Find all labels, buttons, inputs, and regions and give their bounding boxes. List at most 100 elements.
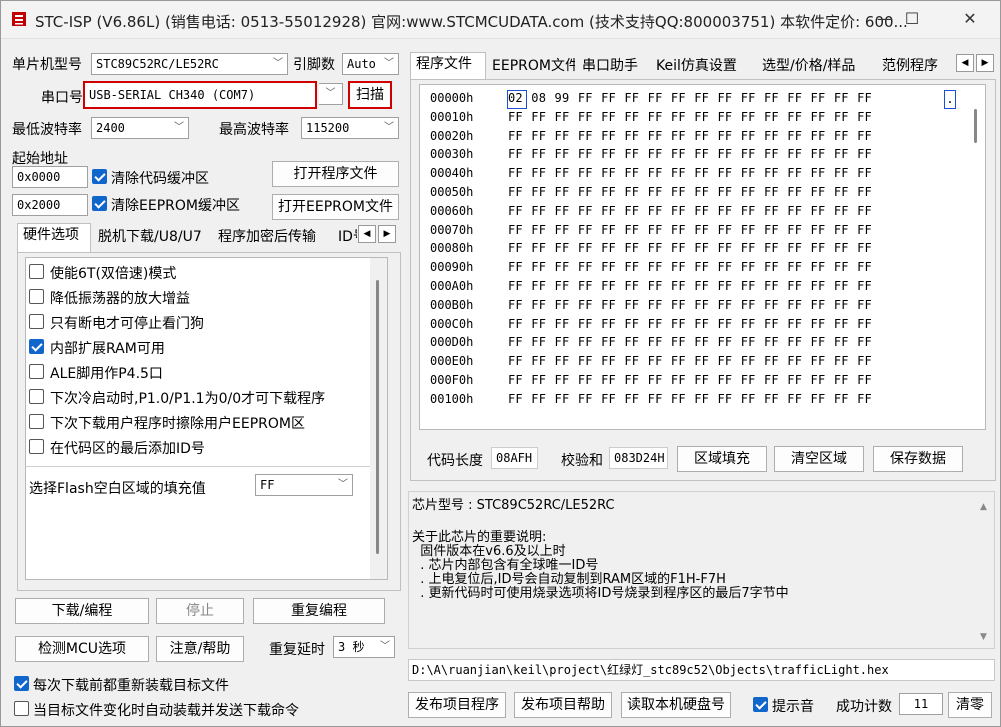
eeprom-start-address-input[interactable]: 0x2000	[12, 194, 88, 216]
tab-program-file[interactable]: 程序文件	[410, 52, 486, 80]
option-checkbox[interactable]	[29, 389, 44, 404]
stop-button: 停止	[156, 598, 244, 624]
checksum-label: 校验和	[561, 453, 603, 469]
success-count-label: 成功计数	[836, 699, 892, 715]
mcu-type-select[interactable]: STC89C52RC/LE52RC ﹀	[91, 53, 288, 75]
hex-bytes: FF FF FF FF FF FF FF FF FF FF FF FF FF F…	[508, 128, 872, 143]
hex-bytes: 02 08 99 FF FF FF FF FF FF FF FF FF FF F…	[508, 91, 872, 105]
checksum-value: 083D24H	[609, 447, 668, 469]
option-label: 只有断电才可停止看门狗	[50, 316, 204, 332]
hex-bytes: FF FF FF FF FF FF FF FF FF FF FF FF FF F…	[508, 109, 872, 124]
close-button[interactable]: ✕	[947, 1, 993, 39]
save-data-button[interactable]: 保存数据	[873, 446, 963, 472]
scroll-up-icon[interactable]: ▲	[980, 502, 987, 512]
download-program-button[interactable]: 下载/编程	[15, 598, 149, 624]
tab-serial-assistant[interactable]: 串口助手	[577, 55, 649, 79]
fill-area-button[interactable]: 区域填充	[677, 446, 767, 472]
file-path-field: D:\A\ruanjian\keil\project\红绿灯_stc89c52\…	[408, 659, 995, 681]
success-count-value: 11	[899, 693, 943, 715]
option-label: 下次冷启动时,P1.0/P1.1为0/0才可下载程序	[50, 391, 326, 407]
option-checkbox[interactable]	[29, 314, 44, 329]
max-baud-value: 115200	[306, 121, 350, 135]
auto-send-on-change-checkbox[interactable]	[14, 701, 29, 716]
options-scrollbar[interactable]	[370, 258, 387, 579]
tab-scroll-left-icon[interactable]: ◀	[358, 225, 376, 243]
chevron-down-icon: ﹀	[338, 479, 348, 490]
hex-address: 00010h	[430, 109, 474, 124]
repeat-program-button[interactable]: 重复编程	[253, 598, 385, 624]
publish-project-button[interactable]: 发布项目程序	[408, 692, 506, 718]
beep-checkbox[interactable]	[753, 697, 768, 712]
option-label: 在代码区的最后添加ID号	[50, 441, 205, 457]
pin-count-label: 引脚数	[293, 57, 335, 73]
reload-before-download-label: 每次下载前都重新装载目标文件	[33, 678, 229, 694]
hex-scrollbar[interactable]	[968, 85, 985, 429]
option-label: 下次下载用户程序时擦除用户EEPROM区	[50, 416, 305, 432]
hex-bytes: FF FF FF FF FF FF FF FF FF FF FF FF FF F…	[508, 241, 872, 256]
option-checkbox[interactable]	[29, 439, 44, 454]
code-length-label: 代码长度	[427, 453, 483, 469]
hex-address: 00100h	[430, 391, 474, 406]
maximize-button[interactable]: ☐	[889, 1, 935, 39]
min-baud-select[interactable]: 2400 ﹀	[91, 117, 189, 139]
scroll-down-icon[interactable]: ▼	[980, 632, 987, 642]
notice-help-button[interactable]: 注意/帮助	[156, 636, 244, 662]
pin-count-value: Auto	[347, 57, 376, 71]
max-baud-select[interactable]: 115200 ﹀	[301, 117, 399, 139]
hex-bytes: FF FF FF FF FF FF FF FF FF FF FF FF FF F…	[508, 354, 872, 369]
tab-id-number[interactable]: ID号	[333, 226, 357, 250]
hex-bytes: FF FF FF FF FF FF FF FF FF FF FF FF FF F…	[508, 260, 872, 275]
chip-info-panel: 芯片型号 : STC89C52RC/LE52RC 关于此芯片的重要说明: 固件版本…	[408, 491, 995, 649]
option-checkbox[interactable]	[29, 414, 44, 429]
options-scrollbar-thumb[interactable]	[376, 280, 379, 554]
open-program-file-button[interactable]: 打开程序文件	[272, 161, 399, 187]
option-checkbox[interactable]	[29, 339, 44, 354]
option-checkbox[interactable]	[29, 264, 44, 279]
publish-help-button[interactable]: 发布项目帮助	[514, 692, 612, 718]
chip-info-line: . 上电复位后,ID号会自动复制到RAM区域的F1H-F7H	[412, 572, 726, 587]
reload-before-download-checkbox[interactable]	[14, 676, 29, 691]
option-checkbox[interactable]	[29, 289, 44, 304]
right-tab-scroll-left-icon[interactable]: ◀	[956, 54, 974, 72]
read-disk-id-button[interactable]: 读取本机硬盘号	[621, 692, 731, 718]
tab-scroll-right-icon[interactable]: ▶	[378, 225, 396, 243]
hex-view[interactable]: 00000h 02 08 99 FF FF FF FF FF FF FF FF F…	[419, 84, 986, 430]
clear-eeprom-buffer-checkbox[interactable]	[92, 196, 107, 211]
tab-keil-debug[interactable]: Keil仿真设置	[651, 55, 755, 79]
clear-code-buffer-checkbox[interactable]	[92, 169, 107, 184]
hex-scrollbar-thumb[interactable]	[974, 109, 977, 143]
repeat-delay-select[interactable]: 3 秒 ﹀	[333, 636, 395, 658]
chevron-down-icon: ﹀	[384, 58, 394, 69]
serial-port-select[interactable]: USB-SERIAL CH340 (COM7)	[83, 81, 317, 109]
info-scrollbar[interactable]: ▲ ▼	[976, 492, 993, 648]
hex-bytes: FF FF FF FF FF FF FF FF FF FF FF FF FF F…	[508, 335, 872, 350]
check-mcu-options-button[interactable]: 检测MCU选项	[15, 636, 149, 662]
flash-fill-label: 选择Flash空白区域的填充值	[29, 481, 206, 497]
open-eeprom-file-button[interactable]: 打开EEPROM文件	[272, 194, 399, 220]
clear-area-button[interactable]: 清空区域	[774, 446, 864, 472]
tab-model-price[interactable]: 选型/价格/样品	[757, 55, 875, 79]
tab-offline-download[interactable]: 脱机下载/U8/U7	[93, 226, 211, 250]
beep-label: 提示音	[772, 699, 814, 715]
flash-fill-select[interactable]: FF ﹀	[255, 474, 353, 496]
option-label: 使能6T(双倍速)模式	[50, 266, 177, 282]
clear-count-button[interactable]: 清零	[948, 692, 992, 718]
right-tab-scroll-right-icon[interactable]: ▶	[976, 54, 994, 72]
tab-examples[interactable]: 范例程序	[877, 55, 951, 79]
tab-eeprom-file[interactable]: EEPROM文件	[487, 55, 575, 79]
start-address-label: 起始地址	[12, 151, 68, 167]
chevron-down-icon[interactable]: ﹀	[319, 83, 343, 105]
option-checkbox[interactable]	[29, 364, 44, 379]
tab-encrypted-transfer[interactable]: 程序加密后传输	[213, 226, 331, 250]
pin-count-select[interactable]: Auto ﹀	[342, 53, 399, 75]
code-start-address-input[interactable]: 0x0000	[12, 166, 88, 188]
hex-bytes: FF FF FF FF FF FF FF FF FF FF FF FF FF F…	[508, 203, 872, 218]
option-label: 降低振荡器的放大增益	[50, 291, 190, 307]
hex-address: 00030h	[430, 147, 474, 162]
hex-address: 00020h	[430, 128, 474, 143]
hex-address: 000F0h	[430, 373, 474, 387]
options-divider	[26, 466, 374, 467]
scan-button[interactable]: 扫描	[348, 81, 392, 109]
hex-bytes: FF FF FF FF FF FF FF FF FF FF FF FF FF F…	[508, 147, 872, 162]
tab-hardware-options[interactable]: 硬件选项	[17, 223, 91, 253]
